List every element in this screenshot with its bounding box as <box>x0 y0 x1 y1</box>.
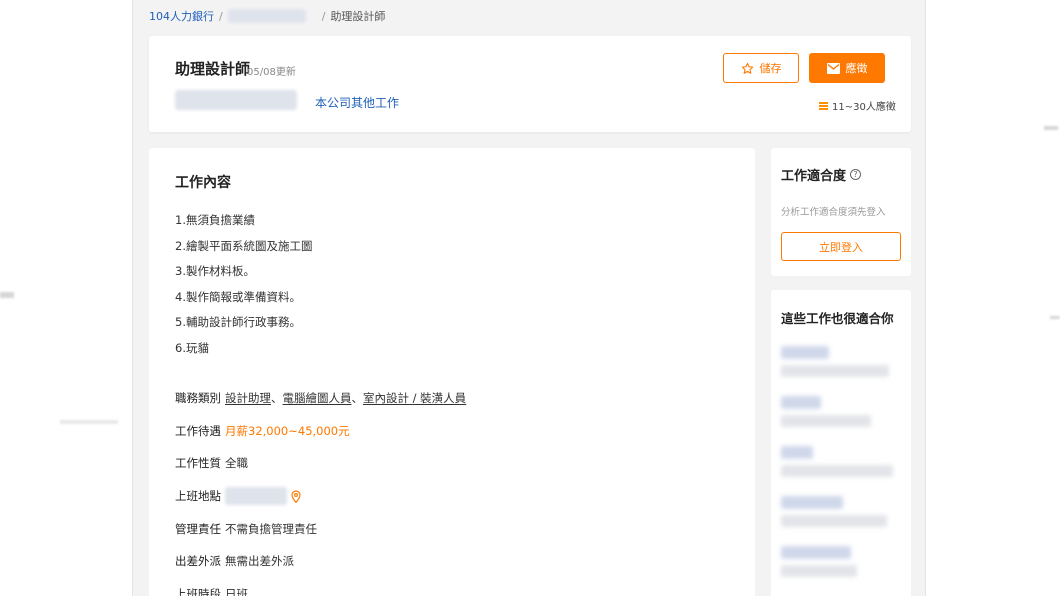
detail-label: 管理責任 <box>175 521 221 536</box>
recommended-job-item[interactable] <box>781 346 901 377</box>
login-button[interactable]: 立即登入 <box>781 232 901 261</box>
breadcrumb-home[interactable]: 104人力銀行 <box>149 8 214 24</box>
apply-label: 應徵 <box>845 62 868 75</box>
duty-item: 5.輔助設計師行政事務。 <box>175 315 301 329</box>
category-list: 設計助理 、 電腦繪圖人員 、 室內設計 / 裝潢人員 <box>225 390 466 406</box>
map-pin-icon[interactable] <box>291 489 301 503</box>
other-jobs-link[interactable]: 本公司其他工作 <box>315 94 399 111</box>
recommended-jobs-card: 這些工作也很適合你 <box>771 290 911 596</box>
duty-item: 2.繪製平面系統圖及施工圖 <box>175 238 313 253</box>
applicant-count: 11~30人應徵 <box>819 98 896 113</box>
offscreen-mark <box>1050 316 1060 319</box>
question-circle-icon[interactable]: ? <box>850 169 862 180</box>
job-type-value: 全職 <box>225 456 248 471</box>
recommended-jobs-title: 這些工作也很適合你 <box>781 311 894 326</box>
update-date: 05/08更新 <box>247 67 296 78</box>
offscreen-mark <box>1044 126 1058 130</box>
job-header-card: 助理設計師 05/08更新 本公司其他工作 儲存 應徵 11~30人應徵 <box>149 36 911 132</box>
management-value: 不需負擔管理責任 <box>225 521 317 536</box>
bar-stack-icon <box>819 101 828 110</box>
job-title: 助理設計師 <box>175 60 251 78</box>
detail-label: 上班地點 <box>175 489 221 504</box>
recommended-job-item[interactable] <box>781 546 901 577</box>
salary-value: 月薪32,000~45,000元 <box>225 423 350 438</box>
detail-salary: 工作待遇 月薪32,000~45,000元 <box>175 415 466 448</box>
detail-management: 管理責任 不需負擔管理責任 <box>175 512 466 545</box>
job-details: 職務類別 設計助理 、 電腦繪圖人員 、 室內設計 / 裝潢人員 工作待遇 月薪… <box>175 382 466 596</box>
breadcrumb: 104人力銀行 / / 助理設計師 <box>149 8 385 24</box>
envelope-icon <box>826 62 840 74</box>
save-label: 儲存 <box>759 62 782 75</box>
job-match-card: 工作適合度 ? 分析工作適合度須先登入 立即登入 <box>771 148 911 276</box>
recommended-job-item[interactable] <box>781 496 901 527</box>
recommended-job-item[interactable] <box>781 396 901 427</box>
category-link[interactable]: 電腦繪圖人員 <box>283 390 352 406</box>
category-separator: 、 <box>351 391 364 406</box>
job-content-card: 工作內容 1.無須負擔業績 2.繪製平面系統圖及施工圖 3.製作材料板。 4.製… <box>149 148 755 596</box>
detail-location: 上班地點 <box>175 480 466 513</box>
duty-item: 6.玩貓 <box>175 340 209 355</box>
location-redacted <box>225 487 287 506</box>
save-button[interactable]: 儲存 <box>723 53 799 83</box>
detail-hours: 上班時段 日班 <box>175 578 466 596</box>
detail-label: 工作性質 <box>175 456 221 471</box>
star-icon <box>741 62 754 75</box>
applicant-count-text: 11~30人應徵 <box>832 102 896 113</box>
category-link[interactable]: 設計助理 <box>225 390 271 406</box>
company-name-redacted[interactable] <box>175 90 297 110</box>
location-value <box>225 487 301 506</box>
detail-travel: 出差外派 無需出差外派 <box>175 545 466 578</box>
match-title-text: 工作適合度 <box>781 169 847 184</box>
offscreen-mark <box>0 292 14 298</box>
duty-item: 4.製作簡報或準備資料。 <box>175 289 301 304</box>
apply-button[interactable]: 應徵 <box>809 53 885 83</box>
detail-label: 職務類別 <box>175 391 221 406</box>
travel-value: 無需出差外派 <box>225 554 294 569</box>
offscreen-mark <box>60 420 118 424</box>
detail-category: 職務類別 設計助理 、 電腦繪圖人員 、 室內設計 / 裝潢人員 <box>175 382 466 415</box>
detail-label: 出差外派 <box>175 554 221 569</box>
category-link[interactable]: 室內設計 / 裝潢人員 <box>363 390 466 406</box>
duty-item: 3.製作材料板。 <box>175 264 255 278</box>
section-title-job-content: 工作內容 <box>175 175 231 191</box>
breadcrumb-separator: / <box>321 9 326 23</box>
category-separator: 、 <box>271 391 283 406</box>
duty-list: 1.無須負擔業績 2.繪製平面系統圖及施工圖 3.製作材料板。 4.製作簡報或準… <box>175 212 312 365</box>
duty-item: 1.無須負擔業績 <box>175 213 255 227</box>
detail-job-type: 工作性質 全職 <box>175 447 466 480</box>
match-login-note: 分析工作適合度須先登入 <box>781 207 886 218</box>
hours-value: 日班 <box>225 586 248 596</box>
match-title: 工作適合度 ? <box>781 165 862 184</box>
breadcrumb-current: 助理設計師 <box>330 10 386 23</box>
recommended-job-item[interactable] <box>781 446 901 477</box>
breadcrumb-company-redacted[interactable] <box>227 9 306 23</box>
job-page: 104人力銀行 / / 助理設計師 助理設計師 05/08更新 本公司其他工作 … <box>132 0 926 596</box>
detail-label: 工作待遇 <box>175 423 221 438</box>
detail-label: 上班時段 <box>175 586 221 596</box>
breadcrumb-separator: / <box>219 9 223 23</box>
